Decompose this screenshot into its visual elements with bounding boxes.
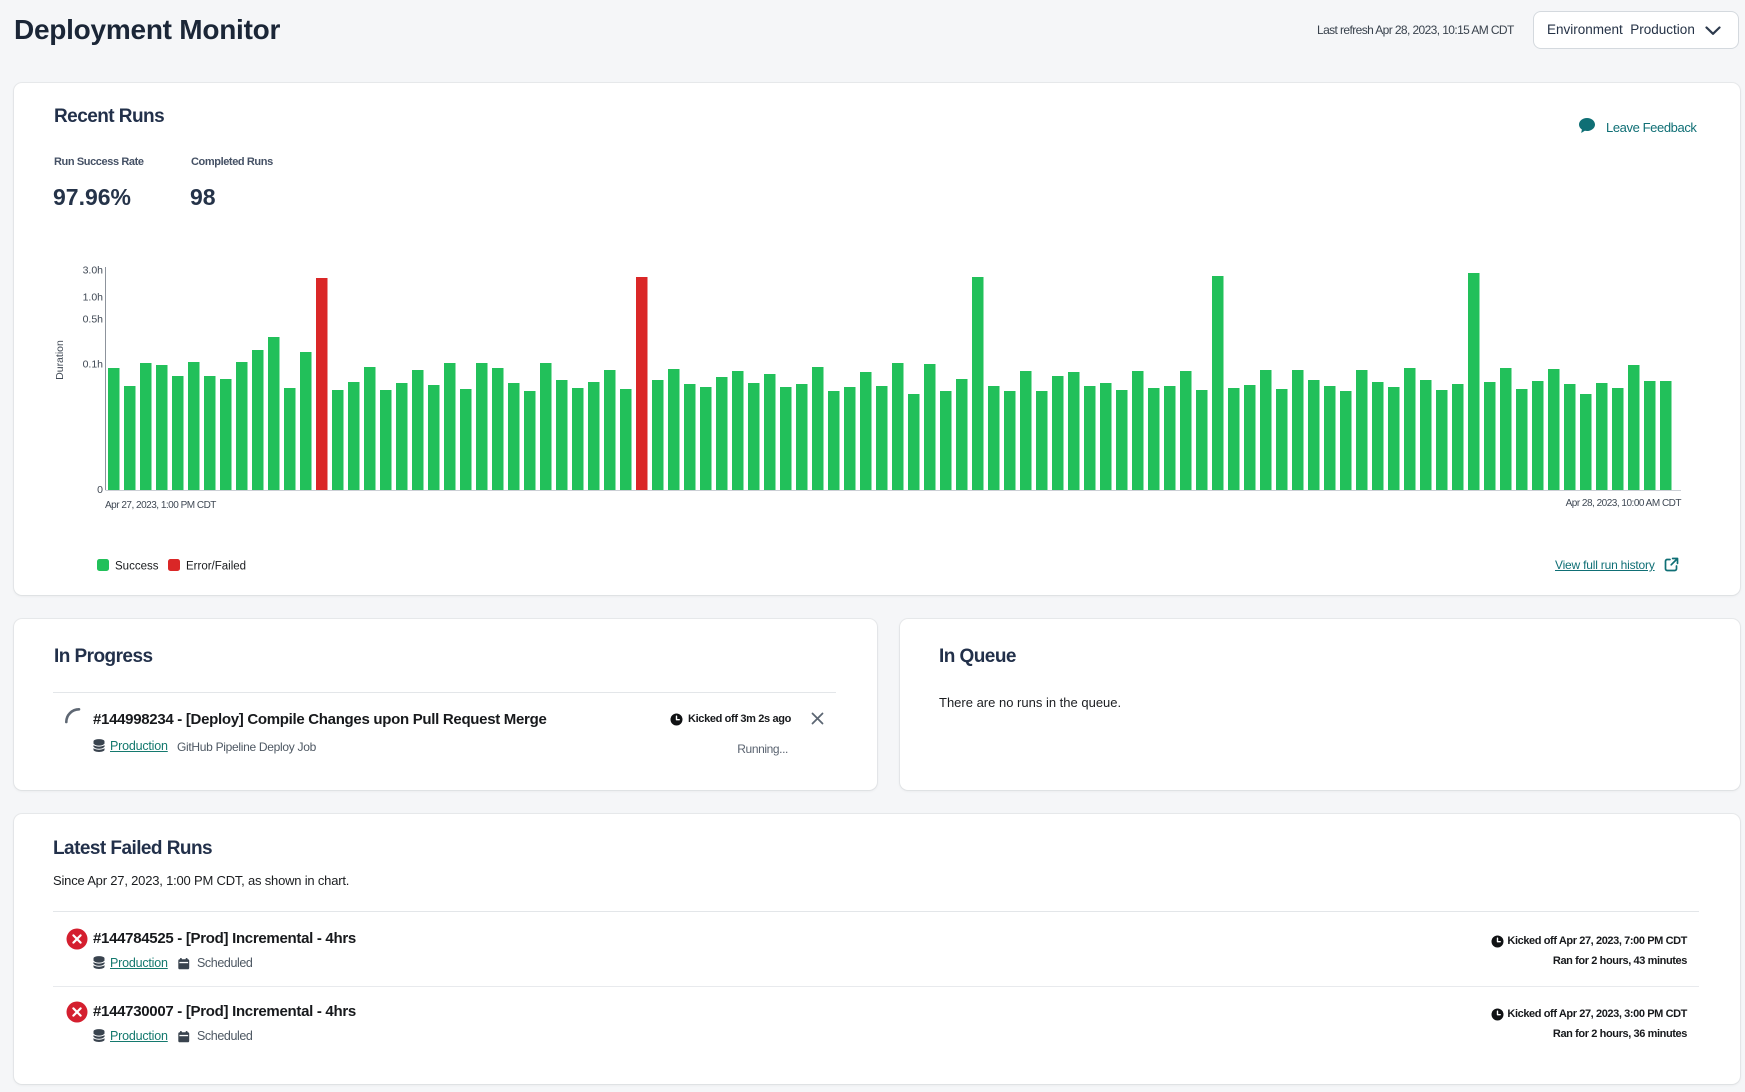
svg-text:3.0h: 3.0h <box>83 265 104 277</box>
svg-text:Apr 28, 2023, 10:00 AM CDT: Apr 28, 2023, 10:00 AM CDT <box>1566 498 1682 509</box>
svg-text:0: 0 <box>97 484 103 496</box>
svg-text:Error/Failed: Error/Failed <box>186 561 246 573</box>
svg-text:Success: Success <box>115 561 159 573</box>
svg-text:1.0h: 1.0h <box>83 292 104 304</box>
svg-text:Apr 27, 2023, 1:00 PM CDT: Apr 27, 2023, 1:00 PM CDT <box>105 500 216 511</box>
svg-text:Duration: Duration <box>54 340 66 380</box>
svg-text:0.1h: 0.1h <box>83 359 104 371</box>
svg-text:0.5h: 0.5h <box>83 314 104 326</box>
